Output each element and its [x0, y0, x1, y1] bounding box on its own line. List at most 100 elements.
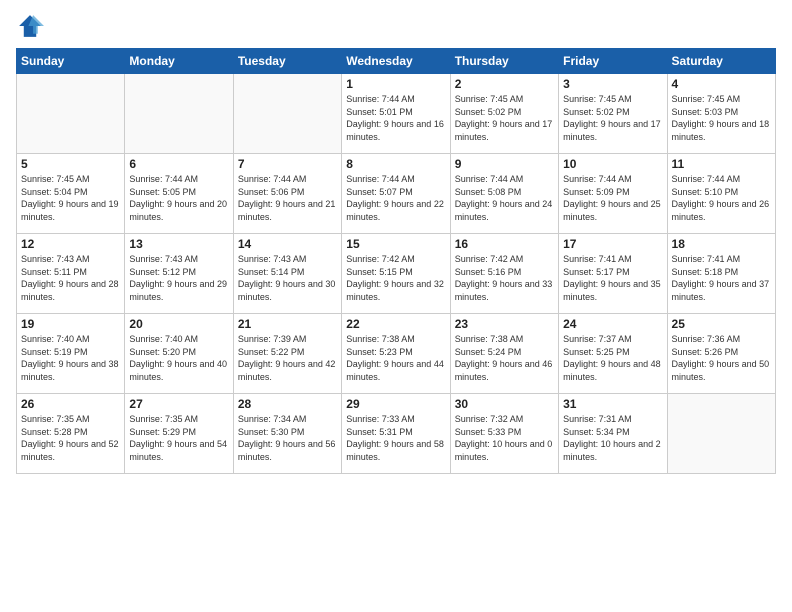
calendar-week-row: 5Sunrise: 7:45 AMSunset: 5:04 PMDaylight… — [17, 154, 776, 234]
day-number: 30 — [455, 397, 554, 411]
day-info: Sunrise: 7:41 AMSunset: 5:17 PMDaylight:… — [563, 253, 662, 303]
day-number: 17 — [563, 237, 662, 251]
day-info: Sunrise: 7:42 AMSunset: 5:15 PMDaylight:… — [346, 253, 445, 303]
logo — [16, 12, 48, 40]
calendar-cell: 20 Sunrise: 7:40 AMSunset: 5:20 PMDayligh… — [125, 314, 233, 394]
day-number: 16 — [455, 237, 554, 251]
day-info: Sunrise: 7:45 AMSunset: 5:03 PMDaylight:… — [672, 93, 771, 143]
calendar-cell: 5Sunrise: 7:45 AMSunset: 5:04 PMDaylight… — [17, 154, 125, 234]
day-info: Sunrise: 7:44 AMSunset: 5:01 PMDaylight:… — [346, 93, 445, 143]
day-info: Sunrise: 7:36 AMSunset: 5:26 PMDaylight:… — [672, 333, 771, 383]
day-info: Sunrise: 7:35 AMSunset: 5:28 PMDaylight:… — [21, 413, 120, 463]
day-number: 27 — [129, 397, 228, 411]
day-info: Sunrise: 7:31 AMSunset: 5:34 PMDaylight:… — [563, 413, 662, 463]
day-info: Sunrise: 7:32 AMSunset: 5:33 PMDaylight:… — [455, 413, 554, 463]
calendar-cell: 10 Sunrise: 7:44 AMSunset: 5:09 PMDayligh… — [559, 154, 667, 234]
day-info: Sunrise: 7:33 AMSunset: 5:31 PMDaylight:… — [346, 413, 445, 463]
day-info: Sunrise: 7:45 AMSunset: 5:02 PMDaylight:… — [563, 93, 662, 143]
day-info: Sunrise: 7:44 AMSunset: 5:05 PMDaylight:… — [129, 173, 228, 223]
day-number: 22 — [346, 317, 445, 331]
day-info: Sunrise: 7:39 AMSunset: 5:22 PMDaylight:… — [238, 333, 337, 383]
day-number: 13 — [129, 237, 228, 251]
calendar-cell: 31Sunrise: 7:31 AMSunset: 5:34 PMDayligh… — [559, 394, 667, 474]
calendar-cell: 2 Sunrise: 7:45 AMSunset: 5:02 PMDaylight… — [450, 74, 558, 154]
day-number: 9 — [455, 157, 554, 171]
day-info: Sunrise: 7:43 AMSunset: 5:12 PMDaylight:… — [129, 253, 228, 303]
day-info: Sunrise: 7:44 AMSunset: 5:07 PMDaylight:… — [346, 173, 445, 223]
calendar-cell: 22Sunrise: 7:38 AMSunset: 5:23 PMDayligh… — [342, 314, 450, 394]
calendar-cell: 21 Sunrise: 7:39 AMSunset: 5:22 PMDayligh… — [233, 314, 341, 394]
day-number: 2 — [455, 77, 554, 91]
calendar-cell: 4 Sunrise: 7:45 AMSunset: 5:03 PMDaylight… — [667, 74, 775, 154]
day-number: 20 — [129, 317, 228, 331]
logo-icon — [16, 12, 44, 40]
day-number: 25 — [672, 317, 771, 331]
calendar-cell: 27 Sunrise: 7:35 AMSunset: 5:29 PMDayligh… — [125, 394, 233, 474]
day-number: 7 — [238, 157, 337, 171]
day-number: 24 — [563, 317, 662, 331]
calendar-week-row: 19 Sunrise: 7:40 AMSunset: 5:19 PMDayligh… — [17, 314, 776, 394]
calendar-week-row: 12Sunrise: 7:43 AMSunset: 5:11 PMDayligh… — [17, 234, 776, 314]
day-number: 4 — [672, 77, 771, 91]
calendar-week-row: 26Sunrise: 7:35 AMSunset: 5:28 PMDayligh… — [17, 394, 776, 474]
calendar-cell: 8 Sunrise: 7:44 AMSunset: 5:07 PMDaylight… — [342, 154, 450, 234]
calendar-cell: 26Sunrise: 7:35 AMSunset: 5:28 PMDayligh… — [17, 394, 125, 474]
day-info: Sunrise: 7:44 AMSunset: 5:09 PMDaylight:… — [563, 173, 662, 223]
calendar-cell: 24Sunrise: 7:37 AMSunset: 5:25 PMDayligh… — [559, 314, 667, 394]
calendar-cell — [17, 74, 125, 154]
day-info: Sunrise: 7:43 AMSunset: 5:11 PMDaylight:… — [21, 253, 120, 303]
calendar-cell: 15 Sunrise: 7:42 AMSunset: 5:15 PMDayligh… — [342, 234, 450, 314]
day-info: Sunrise: 7:43 AMSunset: 5:14 PMDaylight:… — [238, 253, 337, 303]
calendar-header-wednesday: Wednesday — [342, 49, 450, 74]
calendar-cell: 28 Sunrise: 7:34 AMSunset: 5:30 PMDayligh… — [233, 394, 341, 474]
day-number: 8 — [346, 157, 445, 171]
calendar-header-row: SundayMondayTuesdayWednesdayThursdayFrid… — [17, 49, 776, 74]
day-info: Sunrise: 7:41 AMSunset: 5:18 PMDaylight:… — [672, 253, 771, 303]
day-info: Sunrise: 7:35 AMSunset: 5:29 PMDaylight:… — [129, 413, 228, 463]
calendar-header-monday: Monday — [125, 49, 233, 74]
day-number: 19 — [21, 317, 120, 331]
day-info: Sunrise: 7:34 AMSunset: 5:30 PMDaylight:… — [238, 413, 337, 463]
calendar-cell: 1 Sunrise: 7:44 AMSunset: 5:01 PMDaylight… — [342, 74, 450, 154]
calendar-cell: 6Sunrise: 7:44 AMSunset: 5:05 PMDaylight… — [125, 154, 233, 234]
day-info: Sunrise: 7:45 AMSunset: 5:02 PMDaylight:… — [455, 93, 554, 143]
calendar-header-friday: Friday — [559, 49, 667, 74]
day-number: 28 — [238, 397, 337, 411]
calendar-cell: 7 Sunrise: 7:44 AMSunset: 5:06 PMDaylight… — [233, 154, 341, 234]
day-info: Sunrise: 7:40 AMSunset: 5:19 PMDaylight:… — [21, 333, 120, 383]
day-number: 3 — [563, 77, 662, 91]
day-info: Sunrise: 7:44 AMSunset: 5:06 PMDaylight:… — [238, 173, 337, 223]
day-number: 10 — [563, 157, 662, 171]
day-number: 14 — [238, 237, 337, 251]
calendar-cell: 12Sunrise: 7:43 AMSunset: 5:11 PMDayligh… — [17, 234, 125, 314]
calendar-header-thursday: Thursday — [450, 49, 558, 74]
calendar-cell: 23Sunrise: 7:38 AMSunset: 5:24 PMDayligh… — [450, 314, 558, 394]
header — [16, 12, 776, 40]
calendar-cell: 19 Sunrise: 7:40 AMSunset: 5:19 PMDayligh… — [17, 314, 125, 394]
calendar-week-row: 1 Sunrise: 7:44 AMSunset: 5:01 PMDaylight… — [17, 74, 776, 154]
day-info: Sunrise: 7:44 AMSunset: 5:10 PMDaylight:… — [672, 173, 771, 223]
calendar-cell: 3 Sunrise: 7:45 AMSunset: 5:02 PMDaylight… — [559, 74, 667, 154]
calendar-cell: 18 Sunrise: 7:41 AMSunset: 5:18 PMDayligh… — [667, 234, 775, 314]
day-number: 1 — [346, 77, 445, 91]
calendar-cell: 30 Sunrise: 7:32 AMSunset: 5:33 PMDayligh… — [450, 394, 558, 474]
calendar-cell: 14 Sunrise: 7:43 AMSunset: 5:14 PMDayligh… — [233, 234, 341, 314]
page: SundayMondayTuesdayWednesdayThursdayFrid… — [0, 0, 792, 612]
calendar-header-sunday: Sunday — [17, 49, 125, 74]
calendar-cell: 17 Sunrise: 7:41 AMSunset: 5:17 PMDayligh… — [559, 234, 667, 314]
calendar-cell — [233, 74, 341, 154]
day-number: 11 — [672, 157, 771, 171]
day-info: Sunrise: 7:40 AMSunset: 5:20 PMDaylight:… — [129, 333, 228, 383]
day-number: 5 — [21, 157, 120, 171]
day-number: 15 — [346, 237, 445, 251]
calendar-cell: 16 Sunrise: 7:42 AMSunset: 5:16 PMDayligh… — [450, 234, 558, 314]
calendar-header-tuesday: Tuesday — [233, 49, 341, 74]
day-info: Sunrise: 7:42 AMSunset: 5:16 PMDaylight:… — [455, 253, 554, 303]
calendar-cell: 9Sunrise: 7:44 AMSunset: 5:08 PMDaylight… — [450, 154, 558, 234]
calendar-cell — [667, 394, 775, 474]
day-number: 18 — [672, 237, 771, 251]
calendar-cell: 29Sunrise: 7:33 AMSunset: 5:31 PMDayligh… — [342, 394, 450, 474]
calendar-cell: 25 Sunrise: 7:36 AMSunset: 5:26 PMDayligh… — [667, 314, 775, 394]
calendar-cell: 11 Sunrise: 7:44 AMSunset: 5:10 PMDayligh… — [667, 154, 775, 234]
day-number: 21 — [238, 317, 337, 331]
